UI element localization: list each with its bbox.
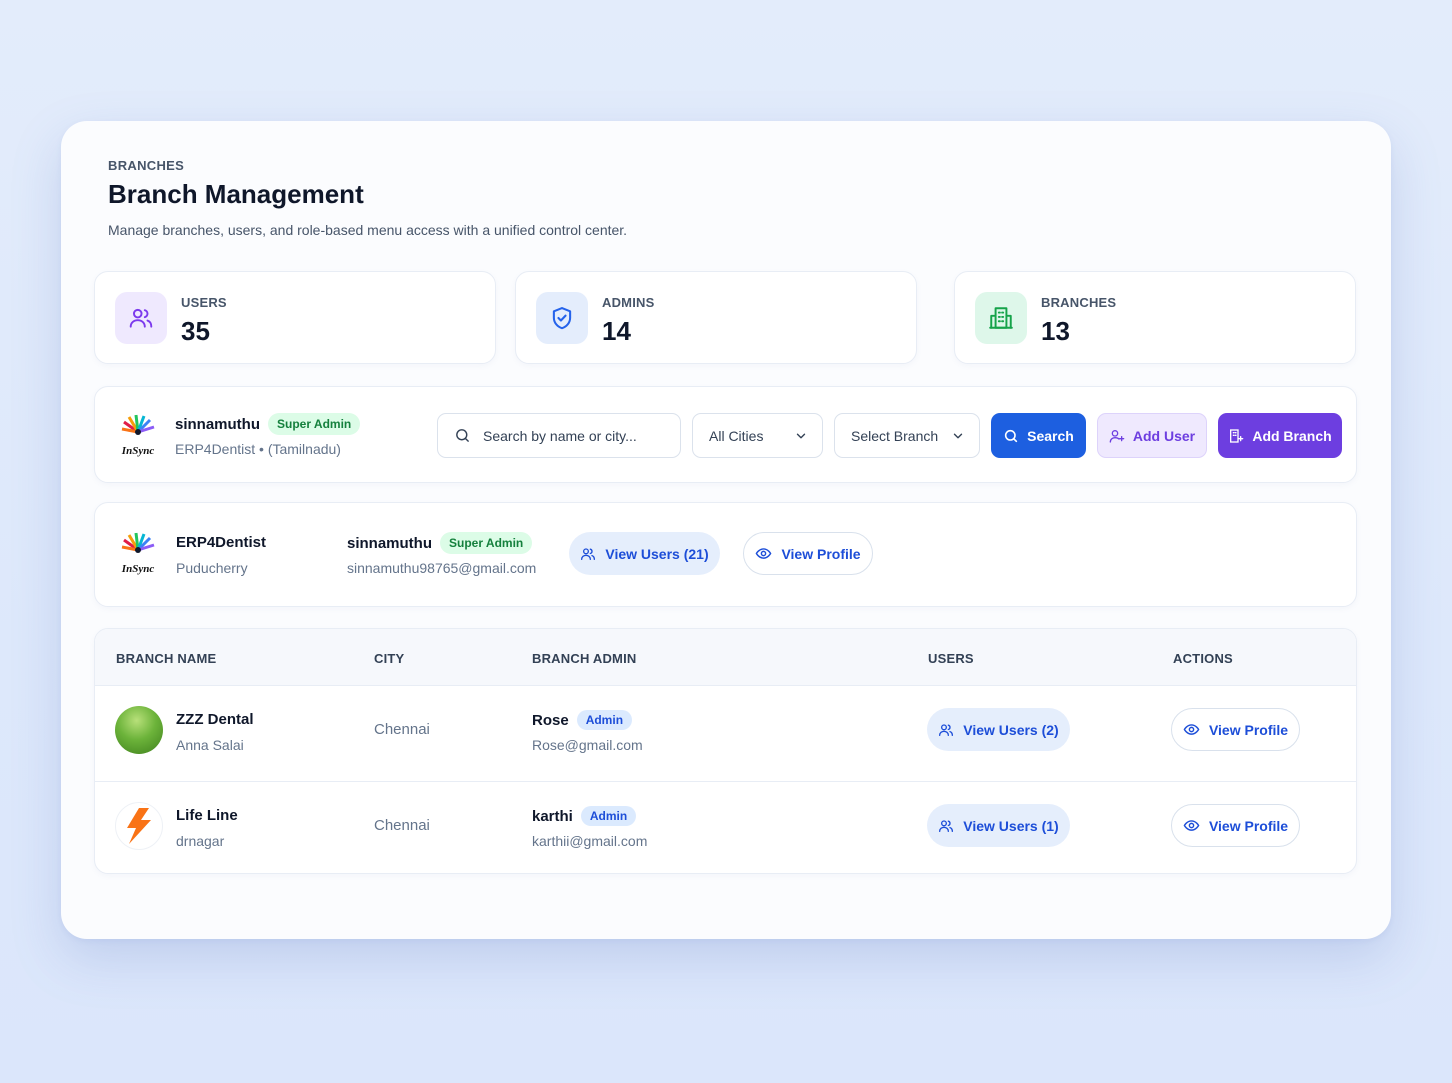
branch-admin-name: Rose [532,712,569,729]
eye-icon [1183,724,1200,735]
branch-select-value: Select Branch [851,427,939,444]
building-icon [975,292,1027,344]
main-branch-admin-name: sinnamuthu [347,535,432,552]
main-branch-city: Puducherry [176,560,248,576]
search-icon [456,429,469,442]
stat-label-users: USERS [181,295,227,310]
main-branch-name: ERP4Dentist [176,534,267,551]
user-plus-icon [1109,429,1125,443]
stat-value-admins: 14 [602,316,631,346]
view-profile-button[interactable]: View Profile [1171,804,1300,847]
stat-value-users: 35 [181,316,210,346]
shield-check-icon [536,292,588,344]
view-users-button[interactable]: View Users (21) [569,532,720,575]
insync-logo: InSync [114,530,162,578]
toolbar-card: InSync sinnamuthu Super Admin ERP4Dentist… [94,386,1357,483]
current-user-org: ERP4Dentist • (Tamilnadu) [175,441,341,457]
svg-text:InSync: InSync [121,563,155,575]
branch-management-panel: BRANCHES Branch Management Manage branch… [61,121,1391,939]
branch-area: drnagar [176,833,225,849]
view-profile-button[interactable]: View Profile [743,532,873,575]
branch-city: Chennai [374,817,430,834]
stat-card-admins: ADMINS 14 [515,271,917,364]
table-row: Life Line drnagar Chennai karthi Admin ka… [95,781,1356,873]
search-input[interactable]: Search by name or city... [437,413,681,458]
main-branch-card: InSync ERP4Dentist Puducherry sinnamuthu… [94,502,1357,607]
branch-select[interactable]: Select Branch [834,413,980,458]
users-icon [581,547,596,560]
stat-card-users: USERS 35 [94,271,496,364]
search-icon [1005,429,1018,442]
add-user-button[interactable]: Add User [1097,413,1207,458]
view-users-button[interactable]: View Users (1) [927,804,1070,847]
column-header: CITY [374,651,405,666]
stat-card-branches: BRANCHES 13 [954,271,1356,364]
column-header: ACTIONS [1173,651,1233,666]
branches-table: BRANCH NAME CITY BRANCH ADMIN USERS ACTI… [94,628,1357,874]
role-badge: Super Admin [440,532,533,554]
branch-name: ZZZ Dental [176,711,254,728]
users-icon [939,819,954,832]
chevron-down-icon [796,433,806,438]
stat-value-branches: 13 [1041,316,1070,346]
insync-logo-text: InSync [121,445,155,457]
stat-label-branches: BRANCHES [1041,295,1117,310]
page-eyebrow: BRANCHES [108,158,185,173]
column-header: BRANCH NAME [116,651,217,666]
page-subtitle: Manage branches, users, and role-based m… [108,222,628,238]
view-users-button[interactable]: View Users (2) [927,708,1070,751]
insync-logo: InSync [114,412,162,460]
branch-admin-email: karthii@gmail.com [532,833,648,849]
branch-admin-name: karthi [532,808,573,825]
city-select-value: All Cities [709,427,764,444]
table-row: ZZZ Dental Anna Salai Chennai Rose Admin … [95,686,1356,781]
table-header: BRANCH NAME CITY BRANCH ADMIN USERS ACTI… [95,629,1356,686]
branch-admin-email: Rose@gmail.com [532,737,643,753]
main-branch-admin-email: sinnamuthu98765@gmail.com [347,560,537,576]
eye-icon [1183,820,1200,831]
column-header: USERS [928,651,974,666]
branch-avatar [115,706,163,754]
current-user-name: sinnamuthu [175,416,260,433]
role-badge: Super Admin [268,413,361,435]
eye-icon [756,548,772,559]
stat-label-admins: ADMINS [602,295,655,310]
role-badge: Admin [580,806,637,826]
view-profile-button[interactable]: View Profile [1171,708,1300,751]
branch-name: Life Line [176,807,238,824]
page-title: Branch Management [108,179,364,209]
branch-area: Anna Salai [176,737,244,753]
role-badge: Admin [576,710,633,730]
add-branch-button[interactable]: Add Branch [1218,413,1342,458]
users-icon [939,723,954,736]
lightning-icon [115,802,163,850]
users-icon [115,292,167,344]
branch-city: Chennai [374,721,430,738]
chevron-down-icon [953,433,963,438]
column-header: BRANCH ADMIN [532,651,637,666]
city-select[interactable]: All Cities [692,413,823,458]
building-plus-icon [1230,428,1244,443]
search-button[interactable]: Search [991,413,1086,458]
search-placeholder: Search by name or city... [483,427,637,444]
